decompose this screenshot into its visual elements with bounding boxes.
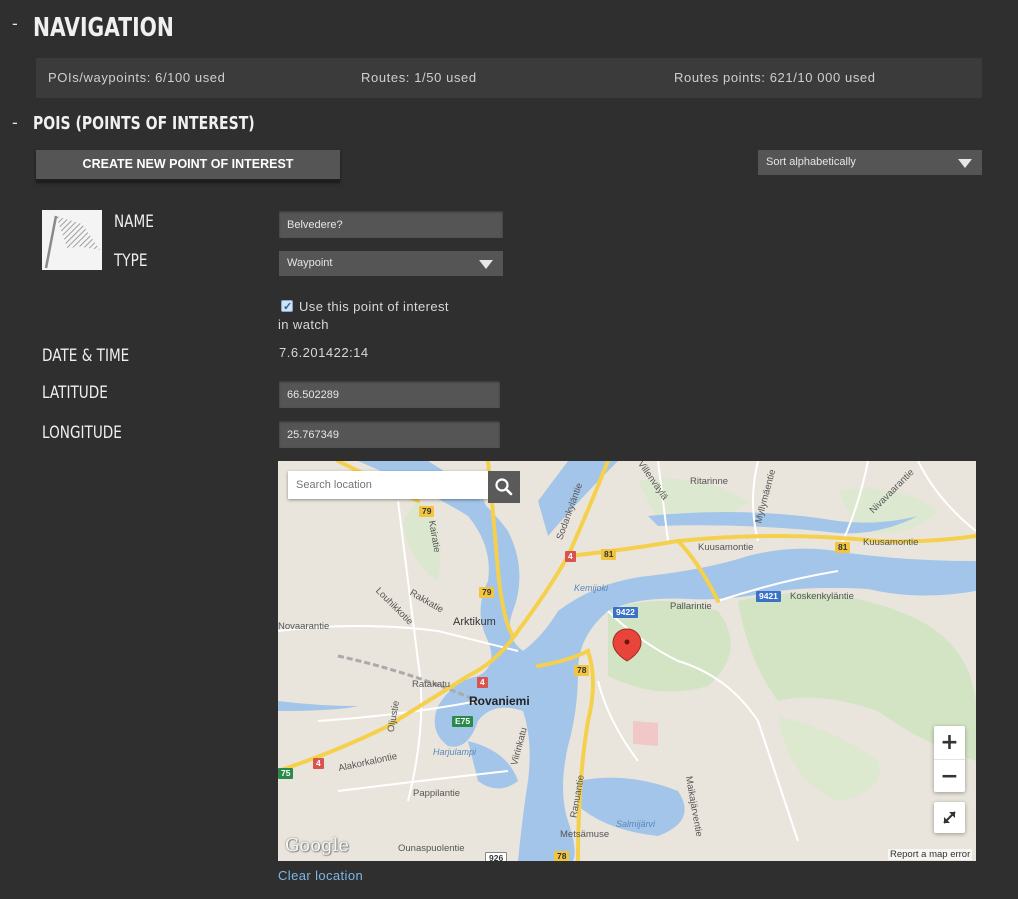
name-input[interactable]: [279, 211, 503, 238]
map-label-salmijarvi: Salmijärvi: [616, 819, 656, 829]
road-shield-9421: 9421: [756, 591, 781, 602]
map-label-ounaspuolentie: Ounaspuolentie: [398, 843, 465, 854]
chevron-down-icon: [958, 158, 972, 168]
location-map[interactable]: Rovaniemi Arktikum Kuusamontie Kuusamont…: [278, 461, 976, 861]
pois-collapse-toggle[interactable]: -: [12, 113, 18, 132]
type-label: TYPE: [114, 251, 148, 271]
map-label-pappilantie: Pappilantie: [413, 788, 461, 799]
road-shield-78: 78: [574, 665, 590, 676]
sort-select[interactable]: Sort alphabetically: [758, 150, 982, 175]
road-shield-81: 81: [601, 549, 617, 560]
use-in-watch-label[interactable]: Use this point of interest in watch: [278, 299, 449, 332]
road-shield-4: 4: [313, 758, 324, 769]
type-select[interactable]: Waypoint: [279, 251, 503, 276]
use-in-watch-checkbox[interactable]: [281, 298, 293, 316]
road-shield-79: 79: [419, 506, 435, 517]
pois-usage-text: POIs/waypoints: 6/100 used: [48, 70, 226, 85]
road-shield-e75: E75: [452, 716, 474, 727]
latitude-label: LATITUDE: [42, 383, 108, 403]
road-shield-4: 4: [477, 677, 488, 688]
pois-section-title: POIS (POINTS OF INTEREST): [33, 113, 255, 134]
flag-icon: [42, 210, 102, 270]
road-shield-78: 78: [554, 851, 570, 861]
zoom-in-button[interactable]: +: [934, 726, 965, 759]
report-map-error-link[interactable]: Report a map error: [888, 849, 973, 860]
road-shield-926: 926: [485, 852, 508, 861]
map-label-ratakatu: Ratakatu: [412, 679, 451, 690]
zoom-out-button[interactable]: −: [934, 759, 965, 792]
road-shield-4: 4: [565, 551, 576, 562]
map-tiles: [278, 461, 976, 861]
navigation-section-title: NAVIGATION: [33, 13, 174, 43]
clear-location-link[interactable]: Clear location: [278, 868, 363, 883]
fullscreen-button[interactable]: [934, 802, 965, 833]
map-label-koskenkylantie: Koskenkyläntie: [790, 591, 854, 602]
road-shield-81: 81: [835, 542, 851, 553]
name-label: NAME: [114, 212, 154, 232]
date-time-label: DATE & TIME: [42, 346, 130, 366]
longitude-input[interactable]: [279, 421, 500, 448]
latitude-input[interactable]: [279, 381, 500, 408]
map-search-button[interactable]: [488, 471, 520, 503]
navigation-collapse-toggle[interactable]: -: [12, 14, 18, 33]
fullscreen-icon: [943, 811, 956, 824]
sort-select-value: Sort alphabetically: [766, 156, 856, 168]
map-zoom-controls: + −: [934, 726, 965, 792]
map-label-kemijoki: Kemijoki: [574, 583, 609, 593]
map-label-novaarantie: Novaarantie: [278, 621, 330, 632]
map-label-pallarintie: Pallarintie: [670, 601, 712, 612]
road-shield-79: 79: [479, 587, 495, 598]
use-in-watch-row: Use this point of interest in watch: [278, 298, 458, 334]
routes-usage-text: Routes: 1/50 used: [361, 70, 477, 85]
map-label-kuusamontie-2: Kuusamontie: [863, 537, 919, 548]
usage-summary-bar: POIs/waypoints: 6/100 used Routes: 1/50 …: [36, 58, 982, 98]
longitude-label: LONGITUDE: [42, 423, 122, 443]
map-label-ritarinne: Ritarinne: [690, 476, 729, 487]
map-label-harjulampi: Harjulampi: [433, 747, 477, 757]
type-select-value: Waypoint: [287, 257, 333, 269]
search-icon: [495, 478, 513, 496]
map-search-input[interactable]: [288, 471, 488, 499]
map-label-kuusamontie: Kuusamontie: [698, 542, 754, 553]
google-logo: Google: [285, 835, 349, 856]
map-label-metsamuse: Metsämuse: [560, 829, 610, 840]
date-time-value: 7.6.201422:14: [279, 345, 369, 360]
road-shield-75: 75: [278, 768, 294, 779]
create-poi-button[interactable]: CREATE NEW POINT OF INTEREST: [36, 150, 340, 181]
route-points-usage-text: Routes points: 621/10 000 used: [674, 70, 876, 85]
map-label-rovaniemi: Rovaniemi: [469, 694, 530, 708]
road-shield-9422: 9422: [613, 607, 638, 618]
map-label-arktikum: Arktikum: [453, 616, 496, 628]
chevron-down-icon: [479, 259, 493, 269]
